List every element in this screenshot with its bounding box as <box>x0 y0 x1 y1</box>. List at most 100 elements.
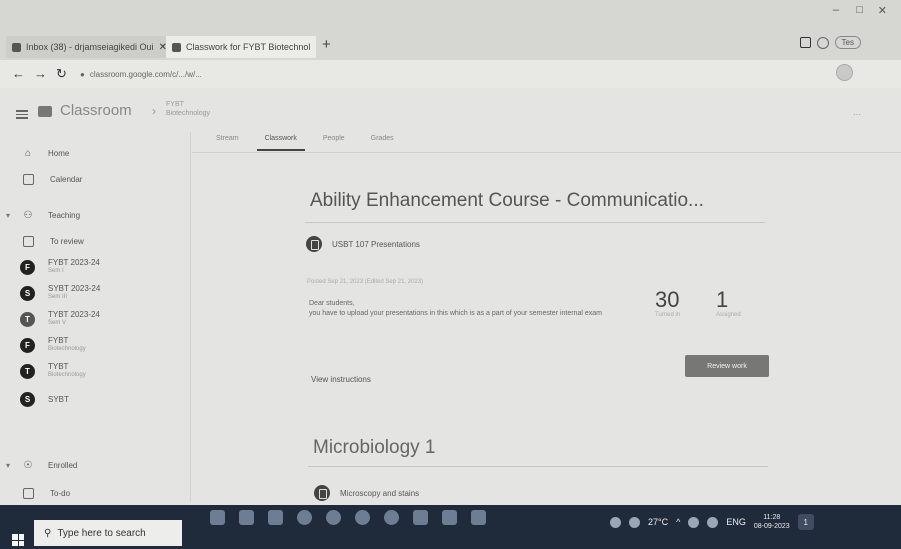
stat-assigned[interactable]: 1 Assigned <box>716 288 741 319</box>
sidebar-panel-icon[interactable] <box>799 37 811 48</box>
network-icon[interactable] <box>688 516 700 528</box>
sidebar-item-sub: Biotechnology <box>48 372 86 378</box>
gmail-icon <box>12 42 21 52</box>
widgets-icon[interactable] <box>239 510 254 525</box>
reload-icon[interactable]: ↻ <box>56 66 67 82</box>
topic-divider <box>308 466 768 467</box>
maximize-button[interactable]: □ <box>856 4 863 16</box>
topic-divider <box>305 222 765 223</box>
avatar: F <box>20 259 35 275</box>
browser-tabstrip: Inbox (38) - drjamseiagikedi Oui ✕ Class… <box>0 0 901 60</box>
sidebar-item-class[interactable]: S SYBT 2023-24 Sem III <box>0 282 190 304</box>
classroom-logo-icon <box>38 106 52 117</box>
topic-title: Microbiology 1 <box>313 437 436 458</box>
sidebar-item-class[interactable]: F FYBT 2023-24 Sem I <box>0 256 190 278</box>
profile-pill[interactable]: Tes <box>834 36 861 49</box>
avatar: F <box>20 337 35 353</box>
sidebar-item-sub: Biotechnology <box>48 346 86 352</box>
sidebar-item-to-review[interactable]: To review <box>0 230 190 252</box>
store-icon[interactable] <box>442 510 457 525</box>
avatar: T <box>20 311 35 327</box>
assignment-item[interactable]: USBT 107 Presentations <box>306 236 420 252</box>
stat-value: 30 <box>655 287 680 312</box>
sidebar-item-class[interactable]: S SYBT <box>0 388 190 410</box>
chevron-down-icon[interactable]: ▾ <box>6 211 10 220</box>
mail-icon[interactable] <box>413 510 428 525</box>
sidebar-item-calendar[interactable]: Calendar <box>0 168 190 190</box>
back-icon[interactable]: ← <box>12 66 25 81</box>
sidebar-item-label: Teaching <box>48 210 81 220</box>
sidebar-item-to-do[interactable]: To-do <box>0 482 190 504</box>
sidebar-item-enrolled[interactable]: ▾ ☉ Enrolled <box>0 454 190 476</box>
edge-icon[interactable] <box>326 510 341 525</box>
chevron-up-icon[interactable]: ^ <box>676 517 680 527</box>
forward-icon[interactable]: → <box>34 66 47 81</box>
sidebar-item-label: Home <box>48 148 70 158</box>
lock-icon: ● <box>80 69 85 79</box>
close-icon[interactable]: ✕ <box>159 42 166 53</box>
sidebar-divider <box>190 132 191 502</box>
view-instructions-link[interactable]: View instructions <box>311 375 371 384</box>
folder-icon <box>23 235 34 247</box>
tab-title: Classwork for FYBT Biotechnol <box>186 42 311 52</box>
sidebar-item-home[interactable]: ⌂ Home <box>0 142 190 164</box>
sidebar-item-class[interactable]: T TYBT 2023-24 Sem V <box>0 308 190 330</box>
task-view-icon[interactable] <box>210 510 225 525</box>
tab-title: Inbox (38) - drjamseiagikedi Oui <box>26 42 154 52</box>
sidebar-item-teaching[interactable]: ▾ ⚇ Teaching <box>0 204 190 226</box>
app-title[interactable]: Classroom <box>60 102 132 119</box>
close-window-button[interactable]: ✕ <box>878 4 887 17</box>
tab-grades[interactable]: Grades <box>371 130 394 152</box>
notification-icon[interactable]: 1 <box>797 514 814 530</box>
windows-start-icon[interactable] <box>12 534 24 546</box>
sidebar-item-class[interactable]: F FYBT Biotechnology <box>0 334 190 356</box>
class-tabs: Stream Classwork People Grades <box>216 130 394 152</box>
minimize-button[interactable]: – <box>833 4 839 16</box>
clock[interactable]: 11:28 08-09-2023 <box>754 513 790 531</box>
chevron-down-icon[interactable]: ▾ <box>6 461 10 470</box>
hamburger-menu-icon[interactable] <box>16 108 28 121</box>
help-icon[interactable] <box>610 516 621 528</box>
clock-date: 08-09-2023 <box>753 523 790 530</box>
taskbar-search[interactable]: ⚲ Type here to search <box>34 520 182 546</box>
language-indicator[interactable]: ENG <box>726 517 746 527</box>
profile-icon[interactable] <box>816 36 829 49</box>
school-icon: ☉ <box>23 459 33 471</box>
weather-icon <box>629 516 640 528</box>
stat-label: Assigned <box>716 312 741 318</box>
calendar-icon <box>23 173 34 185</box>
sidebar-item-label: FYBT 2023-24 <box>48 258 100 267</box>
sidebar-item-label: SYBT 2023-24 <box>48 284 101 293</box>
sidebar-item-label: Enrolled <box>48 460 78 470</box>
tab-classwork[interactable]: Classwork <box>256 130 306 152</box>
apps-grid-icon[interactable]: ⋯ <box>853 110 861 119</box>
browser-tab-classwork[interactable]: Classwork for FYBT Biotechnol ✕ <box>166 36 316 58</box>
address-bar[interactable]: ● classroom.google.com/c/.../w/... <box>80 65 820 83</box>
opera-icon[interactable] <box>355 510 370 525</box>
tab-stream[interactable]: Stream <box>216 130 239 152</box>
weather-text[interactable]: 27°C <box>648 517 668 527</box>
avatar: T <box>20 363 35 379</box>
close-icon[interactable]: ✕ <box>315 42 316 53</box>
sidebar-item-sub: Sem I <box>48 268 64 274</box>
chrome-icon[interactable] <box>297 510 312 525</box>
breadcrumb[interactable]: FYBT Biotechnology <box>166 100 210 118</box>
tabs-divider <box>192 152 901 153</box>
review-work-button[interactable]: Review work <box>685 355 769 377</box>
file-explorer-icon[interactable] <box>268 510 283 525</box>
breadcrumb-sub: Biotechnology <box>166 110 210 117</box>
people-icon: ⚇ <box>23 209 33 221</box>
tab-people[interactable]: People <box>323 130 345 152</box>
browser-tab-inbox[interactable]: Inbox (38) - drjamseiagikedi Oui ✕ <box>6 36 166 58</box>
extension-icon[interactable] <box>836 64 853 81</box>
app-icon[interactable] <box>471 510 486 525</box>
new-tab-button[interactable]: + <box>322 36 331 53</box>
topic-title: Ability Enhancement Course - Communicati… <box>310 190 704 211</box>
volume-icon[interactable] <box>707 516 719 528</box>
sidebar-item-class[interactable]: T TYBT Biotechnology <box>0 360 190 382</box>
assignment-item[interactable]: Microscopy and stains <box>314 485 419 501</box>
assignment-icon <box>306 236 322 252</box>
firefox-icon[interactable] <box>384 510 399 525</box>
taskbar-apps <box>210 510 486 525</box>
stat-turned-in[interactable]: 30 Turned in <box>655 287 680 319</box>
